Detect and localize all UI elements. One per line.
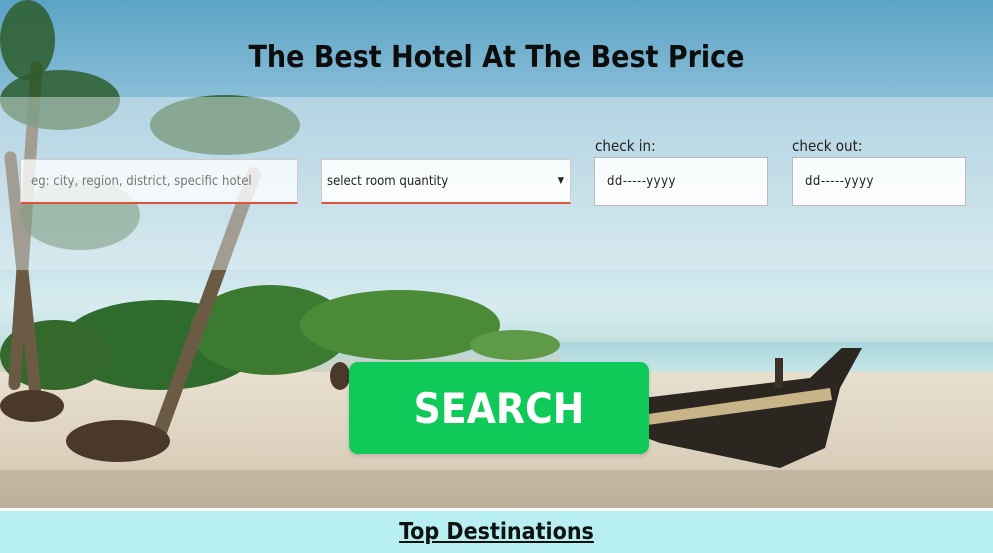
check-in-label: check in:	[595, 137, 656, 155]
rock	[66, 420, 170, 462]
destination-input[interactable]: eg: city, region, district, specific hot…	[20, 159, 298, 204]
check-out-label: check out:	[792, 137, 863, 155]
check-out-date-input[interactable]: dd-----yyyy	[792, 157, 966, 206]
room-quantity-value: select room quantity	[327, 173, 449, 189]
chevron-down-icon: ▼	[557, 176, 564, 186]
room-quantity-select[interactable]: select room quantity ▼	[321, 159, 571, 204]
beach-shadow	[0, 470, 993, 508]
bush	[300, 290, 500, 360]
rock	[0, 390, 64, 422]
search-button[interactable]: SEARCH	[349, 362, 649, 454]
check-in-date-input[interactable]: dd-----yyyy	[594, 157, 768, 206]
destination-placeholder: eg: city, region, district, specific hot…	[31, 173, 252, 189]
rock	[330, 362, 350, 390]
check-out-value: dd-----yyyy	[805, 174, 874, 189]
top-destinations-heading[interactable]: Top Destinations	[0, 519, 993, 545]
check-in-value: dd-----yyyy	[607, 174, 676, 189]
bush	[470, 330, 560, 360]
page-title: The Best Hotel At The Best Price	[248, 40, 745, 75]
